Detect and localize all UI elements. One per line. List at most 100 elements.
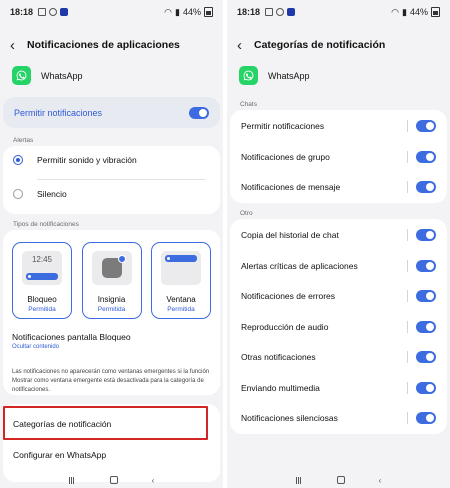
app-notifications-screen: 18:18 ◠ ▮ 44% ‹ Notificaciones de aplica… <box>0 0 223 488</box>
notification-categories-screen: 18:18 ◠ ▮ 44% ‹ Categorías de notificaci… <box>227 0 450 488</box>
category-toggle[interactable] <box>416 120 436 132</box>
red-highlight-box <box>3 406 208 440</box>
chats-section-header: Chats <box>240 101 257 108</box>
status-bar: 18:18 ◠ ▮ 44% <box>0 0 223 24</box>
category-toggle[interactable] <box>416 290 436 302</box>
permit-notifications-toggle[interactable] <box>189 106 209 119</box>
chat-category-row[interactable]: Notificaciones de mensaje <box>241 177 436 197</box>
chat-category-row[interactable]: Permitir notificaciones <box>241 116 436 136</box>
info-text: Las notificaciones no aparecerán como ve… <box>12 369 210 393</box>
top-bar: ‹ Notificaciones de aplicaciones <box>10 33 213 57</box>
gallery-icon <box>265 8 274 16</box>
recents-icon[interactable] <box>295 476 303 484</box>
app-notification-icon <box>287 8 296 16</box>
category-label: Alertas críticas de aplicaciones <box>241 261 358 271</box>
category-toggle[interactable] <box>416 260 436 272</box>
category-label: Notificaciones de errores <box>241 291 336 301</box>
alert-option-silent[interactable]: Silencio <box>13 189 67 199</box>
tile-title: Insignia <box>97 295 126 304</box>
alert-option-silent-label: Silencio <box>37 189 67 199</box>
battery-icon <box>204 7 213 17</box>
wifi-icon: ◠ <box>391 6 400 17</box>
preview-popup-bar <box>165 255 197 262</box>
category-toggle[interactable] <box>416 229 436 241</box>
radio-selected[interactable] <box>13 155 23 165</box>
back-arrow-icon[interactable]: ‹ <box>237 38 242 53</box>
configure-in-app-link[interactable]: Configurar en WhatsApp <box>13 450 106 460</box>
permit-notifications-label: Permitir notificaciones <box>14 107 103 118</box>
divider <box>37 179 206 180</box>
alerts-card: Permitir sonido y vibración Silencio <box>3 146 220 214</box>
app-header: WhatsApp <box>239 66 310 85</box>
divider <box>407 229 408 241</box>
tile-lock-screen[interactable]: 12:45 Bloqueo Permitida <box>12 242 72 319</box>
app-notification-icon <box>60 8 69 16</box>
chats-card: Permitir notificaciones Notificaciones d… <box>230 110 447 203</box>
tile-status: Permitida <box>97 306 126 313</box>
other-category-row[interactable]: Reproducción de audio <box>241 317 436 337</box>
badge-preview <box>91 251 132 285</box>
category-toggle[interactable] <box>416 351 436 363</box>
tile-status: Permitida <box>167 306 195 313</box>
category-toggle[interactable] <box>416 382 436 394</box>
category-toggle[interactable] <box>416 181 436 193</box>
category-label: Notificaciones silenciosas <box>241 413 338 423</box>
tile-title: Ventana <box>166 295 196 304</box>
tile-badge[interactable]: Insignia Permitida <box>81 242 142 319</box>
divider <box>407 321 408 333</box>
alert-option-sound[interactable]: Permitir sonido y vibración <box>13 155 137 165</box>
divider <box>407 290 408 302</box>
home-icon[interactable] <box>109 476 118 484</box>
divider <box>407 412 408 424</box>
nav-bar: ‹ <box>0 475 223 485</box>
category-label: Enviando multimedia <box>241 383 320 393</box>
tile-popup[interactable]: Ventana Permitida <box>151 242 211 319</box>
category-label: Permitir notificaciones <box>241 121 325 131</box>
gallery-icon <box>38 8 47 16</box>
other-category-row[interactable]: Otras notificaciones <box>241 347 436 367</box>
app-name: WhatsApp <box>41 70 83 81</box>
category-label: Reproducción de audio <box>241 322 329 332</box>
category-toggle[interactable] <box>416 151 436 163</box>
category-toggle[interactable] <box>416 412 436 424</box>
divider <box>407 181 408 193</box>
other-category-row[interactable]: Alertas críticas de aplicaciones <box>241 256 436 276</box>
other-category-row[interactable]: Notificaciones silenciosas <box>241 408 436 428</box>
other-category-row[interactable]: Notificaciones de errores <box>241 286 436 306</box>
back-arrow-icon[interactable]: ‹ <box>10 38 15 53</box>
whatsapp-icon <box>239 66 258 85</box>
recents-icon[interactable] <box>68 476 76 484</box>
page-title: Categorías de notificación <box>254 39 386 51</box>
divider <box>407 382 408 394</box>
wifi-icon: ◠ <box>164 6 173 17</box>
status-bar: 18:18 ◠ ▮ 44% <box>227 0 450 24</box>
back-nav-icon[interactable]: ‹ <box>152 476 155 485</box>
other-card: Copia del historial de chat Alertas crít… <box>230 219 447 434</box>
back-nav-icon[interactable]: ‹ <box>379 476 382 485</box>
status-time: 18:18 <box>237 7 261 17</box>
signal-icon: ▮ <box>175 6 180 17</box>
chat-category-row[interactable]: Notificaciones de grupo <box>241 147 436 167</box>
other-category-row[interactable]: Copia del historial de chat <box>241 225 436 245</box>
tile-title: Bloqueo <box>27 295 57 304</box>
page-title: Notificaciones de aplicaciones <box>27 39 180 51</box>
app-name: WhatsApp <box>268 70 310 81</box>
tile-status: Permitida <box>28 306 56 313</box>
battery-label: 44% <box>182 7 201 17</box>
home-icon[interactable] <box>336 476 345 484</box>
battery-icon <box>431 7 440 17</box>
alerts-section-header: Alertas <box>13 137 34 144</box>
radio-unselected[interactable] <box>13 189 23 199</box>
category-toggle[interactable] <box>416 321 436 333</box>
category-label: Notificaciones de mensaje <box>241 182 341 192</box>
other-category-row[interactable]: Enviando multimedia <box>241 378 436 398</box>
lock-screen-preview: 12:45 <box>22 251 62 285</box>
other-section-header: Otro <box>240 210 253 217</box>
battery-label: 44% <box>409 7 428 17</box>
whatsapp-icon <box>12 66 31 85</box>
nav-bar: ‹ <box>227 475 450 485</box>
sync-icon <box>49 8 58 16</box>
preview-time: 12:45 <box>31 255 53 264</box>
lock-screen-notifications-row[interactable]: Notificaciones pantalla Bloqueo Ocultar … <box>12 332 131 350</box>
permit-notifications-row[interactable]: Permitir notificaciones <box>3 97 220 128</box>
